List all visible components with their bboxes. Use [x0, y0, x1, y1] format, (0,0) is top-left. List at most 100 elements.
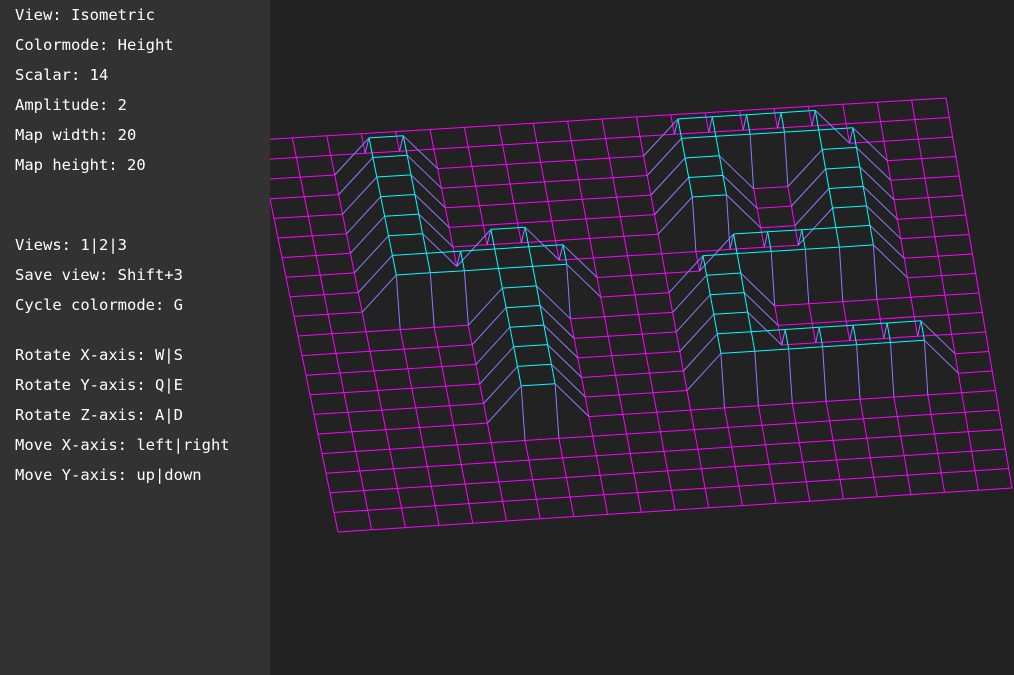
wire-edge: [321, 450, 356, 455]
wire-edge: [415, 405, 450, 409]
wire-edge: [611, 355, 616, 376]
wire-edge: [777, 125, 812, 129]
wire-edge: [401, 507, 406, 528]
wire-edge: [603, 494, 609, 515]
wire-edge: [835, 227, 840, 248]
wire-edge: [645, 353, 650, 374]
wire-edge: [335, 353, 341, 374]
wire-edge: [363, 487, 398, 492]
wire-edge: [570, 140, 576, 161]
wire-edge: [784, 129, 819, 133]
colormode-label: Colormode: Height: [15, 36, 174, 54]
wire-edge: [373, 368, 408, 372]
wire-edge: [494, 246, 529, 250]
wire-edge: [667, 468, 702, 472]
wire-edge: [308, 213, 343, 217]
wire-edge: [639, 136, 645, 157]
wire-edge: [931, 217, 936, 237]
wire-edge: [619, 216, 625, 237]
wire-edge: [351, 429, 386, 433]
wire-edge: [672, 312, 677, 332]
wire-edge: [600, 297, 605, 317]
wire-edge: [558, 438, 564, 458]
wire-edge: [317, 433, 323, 454]
wire-edge: [794, 188, 830, 226]
wire-edge: [957, 373, 963, 393]
wire-edge: [907, 475, 912, 495]
wire-edge: [501, 288, 507, 308]
wire-edge: [701, 468, 706, 489]
wire-edge: [373, 370, 379, 391]
wire-edge: [377, 390, 383, 411]
wire-edge: [688, 174, 723, 178]
wire-edge: [941, 273, 976, 277]
wireframe-canvas[interactable]: [270, 0, 1014, 675]
wire-edge: [638, 311, 673, 315]
wire-edge: [790, 206, 796, 226]
wire-edge: [385, 427, 420, 431]
wire-edge: [914, 117, 950, 121]
wireframe-viewport[interactable]: [270, 0, 1014, 675]
wire-edge: [479, 203, 514, 207]
wire-edge: [483, 222, 518, 226]
wire-edge: [607, 336, 613, 356]
wire-edge: [307, 216, 313, 236]
wire-edge: [544, 179, 579, 183]
wire-edge: [509, 327, 515, 347]
wire-edge: [646, 138, 682, 176]
wire-edge: [301, 352, 337, 357]
wire-edge: [535, 499, 541, 519]
wire-edge: [361, 131, 396, 135]
wire-edge: [399, 148, 434, 152]
wire-edge: [971, 448, 1006, 452]
wire-edge: [713, 311, 748, 315]
wire-edge: [325, 470, 360, 474]
wire-edge: [407, 366, 442, 370]
wire-edge: [876, 296, 911, 300]
wire-edge: [346, 233, 351, 254]
wire-edge: [426, 253, 431, 273]
wire-edge: [571, 138, 606, 142]
wire-edge: [697, 449, 702, 469]
wire-edge: [380, 196, 386, 217]
wire-edge: [705, 485, 739, 489]
wire-edge: [555, 237, 590, 242]
map-height-label: Map height: 20: [15, 156, 146, 174]
wire-edge: [937, 453, 942, 473]
wire-edge: [565, 477, 571, 498]
wire-edge: [964, 412, 969, 432]
wire-edge: [517, 220, 552, 224]
wire-edge: [713, 314, 718, 334]
wire-edge: [663, 451, 669, 471]
wire-edge: [737, 250, 772, 254]
wire-edge: [423, 447, 428, 467]
wire-edge: [656, 412, 661, 432]
wire-edge: [463, 127, 469, 148]
wire-edge: [342, 176, 378, 215]
wire-edge: [805, 481, 811, 502]
wire-edge: [471, 307, 507, 346]
wire-edge: [596, 453, 631, 457]
wire-edge: [675, 294, 711, 333]
wire-edge: [460, 251, 465, 271]
wire-edge: [305, 372, 341, 376]
wire-edge: [691, 196, 697, 252]
wire-edge: [927, 394, 932, 415]
wire-edge: [593, 255, 628, 259]
wire-edge: [532, 479, 537, 500]
wire-edge: [958, 175, 963, 196]
wire-edge: [627, 253, 662, 257]
wire-edge: [543, 181, 549, 202]
wire-edge: [303, 196, 309, 217]
wire-edge: [971, 253, 977, 274]
wire-edge: [746, 112, 782, 116]
wire-edge: [620, 214, 655, 218]
wire-edge: [652, 392, 658, 413]
wire-edge: [487, 385, 522, 424]
wire-edge: [704, 112, 710, 133]
wire-edge: [570, 316, 605, 320]
wire-edge: [738, 483, 773, 487]
wire-edge: [677, 118, 682, 139]
wire-edge: [785, 326, 820, 330]
wire-edge: [339, 372, 345, 393]
